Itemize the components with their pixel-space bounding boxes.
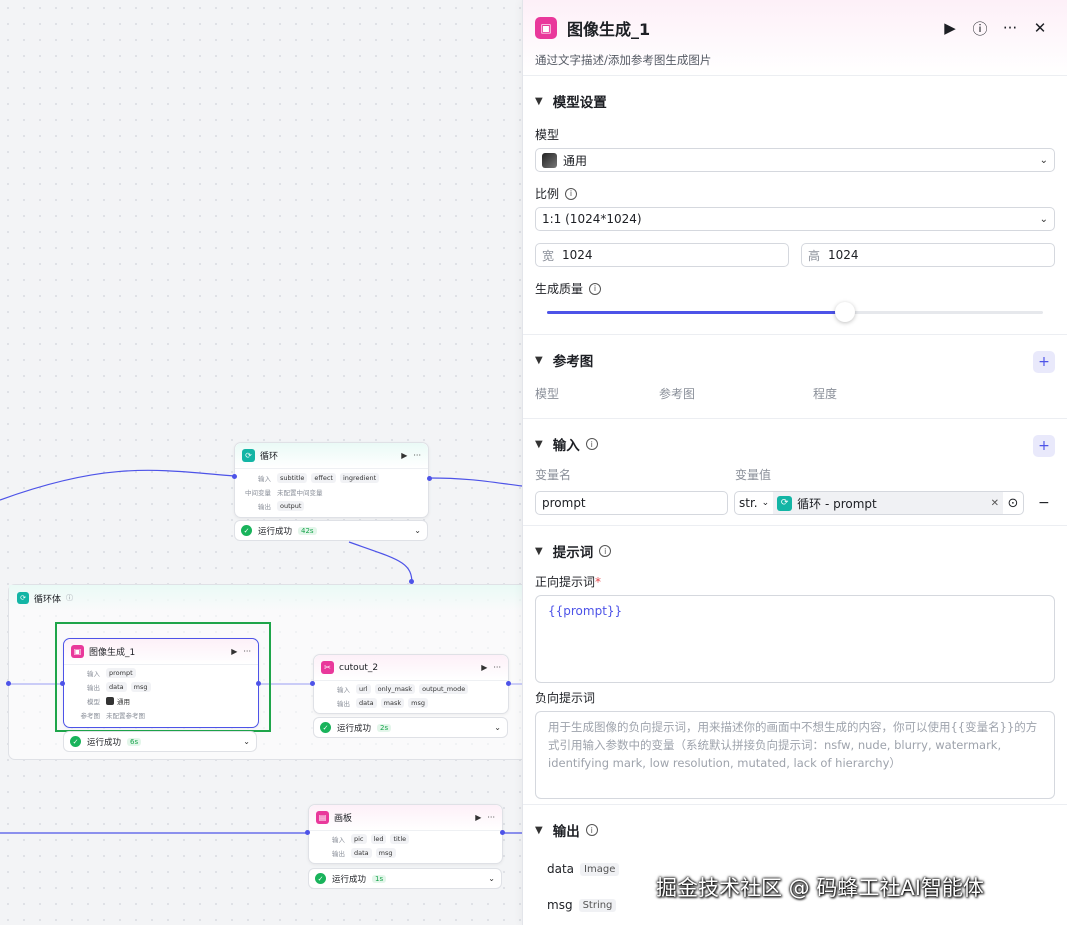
chevron-down-icon[interactable]: ▼: [535, 825, 543, 836]
edge-left-to-loop: [0, 469, 235, 501]
negative-prompt-textarea[interactable]: 用于生成图像的负向提示词，用来描述你的画面中不想生成的内容，你可以使用{{变量名…: [535, 711, 1055, 799]
remove-input-button[interactable]: −: [1038, 495, 1050, 511]
board-input-port[interactable]: [305, 830, 310, 835]
chevron-down-icon[interactable]: ▼: [535, 546, 543, 557]
target-icon[interactable]: ⊙: [1003, 496, 1023, 511]
run-icon[interactable]: ▶: [935, 19, 965, 37]
loop-icon: ⟳: [777, 495, 793, 511]
info-icon[interactable]: i: [565, 187, 578, 200]
chevron-down-icon[interactable]: ▼: [535, 355, 543, 366]
chevron-down-icon[interactable]: ⌄: [494, 723, 501, 732]
loop-body-title: 循环体: [34, 594, 62, 605]
loop-node[interactable]: ⟳ 循环 ▶ ··· 输入 subtitle effect ingredient…: [234, 442, 429, 518]
watermark-text: 掘金技术社区 @ 码蜂工社AI智能体: [656, 876, 984, 900]
variable-name-input[interactable]: prompt: [535, 491, 728, 515]
board-output-port[interactable]: [500, 830, 505, 835]
image-icon: ▣: [71, 645, 84, 658]
slider-handle[interactable]: [834, 302, 855, 322]
ratio-select[interactable]: 1:1 (1024*1024) ⌄: [535, 207, 1055, 231]
reference-section: ▼ 参考图 + 模型 参考图 程度: [523, 335, 1067, 419]
chevron-down-icon[interactable]: ▼: [535, 96, 543, 107]
loop-body-icon: ⟳: [17, 592, 29, 604]
input-section: ▼ 输入 i + 变量名 变量值 prompt str. ⌄ ⟳ 循环 - pr…: [523, 419, 1067, 526]
info-icon[interactable]: i: [585, 438, 598, 450]
run-icon[interactable]: ▶: [481, 663, 487, 672]
input-row: prompt str. ⌄ ⟳ 循环 - prompt ✕ ⊙ −: [535, 491, 1055, 515]
chevron-down-icon: ⌄: [1039, 213, 1048, 225]
board-icon: ▤: [316, 811, 329, 824]
cutout-node-title: cutout_2: [339, 662, 379, 673]
prompt-section: ▼ 提示词 i 正向提示词 * {{prompt}} 负向提示词 用于生成图像的…: [523, 526, 1067, 805]
image-input-port[interactable]: [60, 681, 65, 686]
cutout-output-port[interactable]: [506, 681, 511, 686]
info-icon[interactable]: i: [589, 282, 602, 295]
width-input[interactable]: 宽 1024: [535, 243, 789, 267]
loop-input-port[interactable]: [232, 474, 237, 479]
cutout-icon: ✂: [321, 661, 334, 674]
more-icon[interactable]: ···: [493, 663, 501, 672]
node-config-panel: ▣ 图像生成_1 ▶ ⓘ ··· ✕ 通过文字描述/添加参考图生成图片 ▼ 模型…: [522, 0, 1067, 925]
cutout-status[interactable]: ✓ 运行成功 2s ⌄: [313, 717, 508, 738]
clear-icon[interactable]: ✕: [991, 498, 999, 509]
loop-output-port[interactable]: [427, 476, 432, 481]
model-avatar: [106, 697, 114, 705]
slider-fill: [547, 311, 845, 314]
model-select[interactable]: 通用 ⌄: [535, 148, 1055, 172]
help-icon[interactable]: ⓘ: [965, 18, 995, 39]
board-status[interactable]: ✓ 运行成功 1s ⌄: [308, 868, 502, 889]
check-icon: ✓: [70, 736, 81, 747]
chevron-down-icon[interactable]: ⌄: [414, 526, 421, 535]
canvas-board-title: 画板: [334, 814, 353, 824]
run-icon[interactable]: ▶: [231, 647, 237, 656]
loop-body-left-port[interactable]: [6, 681, 11, 686]
info-icon: ⓘ: [66, 594, 74, 602]
image-status[interactable]: ✓ 运行成功 6s ⌄: [63, 731, 257, 752]
positive-prompt-textarea[interactable]: {{prompt}}: [535, 595, 1055, 683]
chevron-down-icon[interactable]: ⌄: [762, 498, 770, 508]
more-icon[interactable]: ···: [413, 451, 421, 460]
model-avatar: [542, 152, 557, 168]
chevron-down-icon[interactable]: ⌄: [488, 874, 495, 883]
info-icon[interactable]: i: [599, 545, 612, 557]
cutout-node[interactable]: ✂ cutout_2 ▶ ··· 输入 url only_mask output…: [313, 654, 509, 714]
info-icon[interactable]: i: [585, 824, 598, 836]
add-input-button[interactable]: +: [1033, 435, 1055, 457]
panel-header: ▣ 图像生成_1 ▶ ⓘ ··· ✕ 通过文字描述/添加参考图生成图片: [523, 0, 1067, 76]
chevron-down-icon: ⌄: [1039, 154, 1048, 166]
image-node-title: 图像生成_1: [89, 648, 136, 658]
chevron-down-icon[interactable]: ▼: [535, 439, 543, 450]
loop-icon: ⟳: [242, 449, 255, 462]
height-input[interactable]: 高 1024: [801, 243, 1055, 267]
close-icon[interactable]: ✕: [1025, 19, 1055, 37]
more-icon[interactable]: ···: [487, 813, 495, 822]
panel-title[interactable]: 图像生成_1: [567, 16, 935, 40]
edge-loop-to-body: [348, 541, 413, 585]
variable-value-field[interactable]: str. ⌄ ⟳ 循环 - prompt ✕ ⊙: [734, 491, 1024, 515]
canvas-board-node[interactable]: ▤ 画板 ▶ ··· 输入 pic led title 输出 data msg: [308, 804, 503, 864]
run-icon[interactable]: ▶: [401, 451, 407, 460]
variable-reference[interactable]: ⟳ 循环 - prompt ✕: [773, 492, 1003, 514]
add-reference-button[interactable]: +: [1033, 351, 1055, 373]
panel-description[interactable]: 通过文字描述/添加参考图生成图片: [535, 52, 1055, 68]
chevron-down-icon[interactable]: ⌄: [243, 737, 250, 746]
type-select[interactable]: str.: [735, 496, 762, 510]
loop-status[interactable]: ✓ 运行成功 42s ⌄: [234, 520, 428, 541]
loop-node-title: 循环: [260, 452, 279, 462]
image-output-port[interactable]: [256, 681, 261, 686]
image-node[interactable]: ▣ 图像生成_1 ▶ ··· 输入 prompt 输出 data msg 模型 …: [63, 638, 259, 728]
required-mark: *: [595, 574, 602, 589]
quality-slider[interactable]: [547, 302, 1043, 322]
more-icon[interactable]: ···: [995, 19, 1025, 37]
check-icon: ✓: [320, 722, 331, 733]
more-icon[interactable]: ···: [243, 647, 251, 656]
run-icon[interactable]: ▶: [475, 813, 481, 822]
image-icon: ▣: [535, 17, 557, 39]
check-icon: ✓: [241, 525, 252, 536]
edge-loop-to-right: [428, 477, 523, 487]
model-settings-section: ▼ 模型设置 模型 通用 ⌄ 比例 i 1:1 (1024*1024) ⌄ 宽 …: [523, 76, 1067, 335]
cutout-input-port[interactable]: [310, 681, 315, 686]
check-icon: ✓: [315, 873, 326, 884]
